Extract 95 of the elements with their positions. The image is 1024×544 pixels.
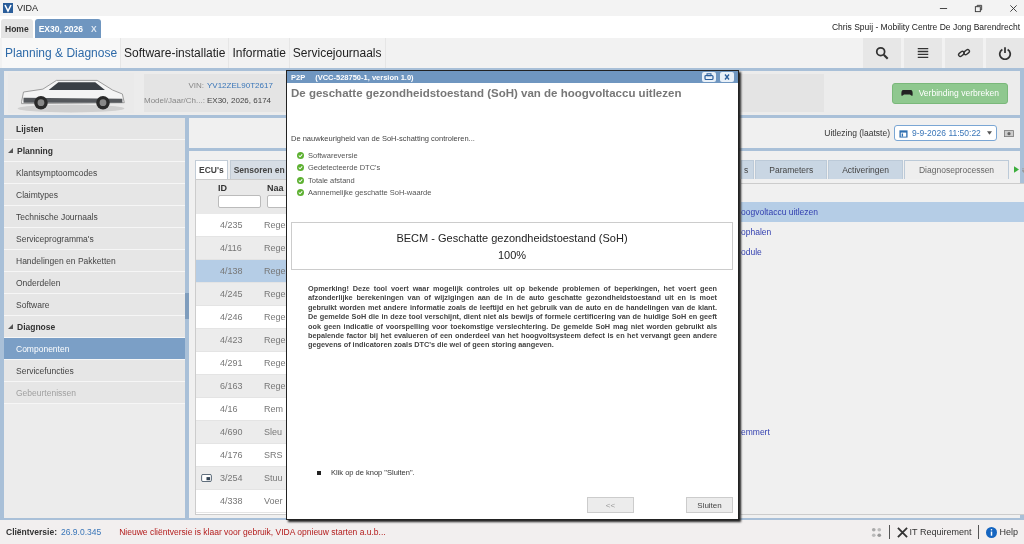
result-value: 100%: [497, 248, 527, 261]
table-cell-text: 4/291: [219, 358, 244, 368]
process-link[interactable]: ophalen: [741, 222, 1024, 242]
expand-icon[interactable]: [8, 324, 13, 329]
restore-icon[interactable]: [974, 3, 983, 13]
expand-icon[interactable]: [8, 148, 13, 153]
status-link[interactable]: IT Requirement: [896, 526, 972, 538]
table-cell: Voer: [264, 496, 283, 506]
table-cell: Rege: [264, 220, 286, 230]
panel-tab[interactable]: Activeringen: [828, 160, 903, 179]
version-label: Cliëntversie:: [6, 527, 58, 537]
process-link[interactable]: emmert: [741, 422, 1024, 442]
status-link[interactable]: Help: [986, 526, 1018, 538]
table-cell-text: 4/246: [219, 312, 244, 322]
table-cell-text: 4/423: [219, 335, 244, 345]
sidebar-item[interactable]: Handelingen en Pakketten: [4, 250, 185, 272]
panel-tab[interactable]: Parameters: [755, 160, 828, 179]
table-cell: Rege: [264, 335, 286, 345]
field-label: VIN:: [187, 81, 204, 90]
power-button[interactable]: [986, 38, 1024, 68]
sidebar-group[interactable]: Planning: [17, 145, 53, 156]
sidebar-item[interactable]: Technische Journaals: [4, 206, 185, 228]
sidebar-item[interactable]: Software: [4, 294, 185, 316]
tools-icon: [896, 526, 908, 538]
vin-value: YV12ZEL90T2617: [207, 81, 273, 90]
update-message: Nieuwe cliëntversie is klaar voor gebruik, VIDA opnieuw starten a.u.b...: [119, 527, 386, 537]
readout-label: Uitlezing (laatste): [824, 128, 890, 138]
bullet-icon: [317, 470, 321, 475]
close-icon[interactable]: [1009, 3, 1018, 13]
table-cell-text: 3/254: [219, 473, 244, 483]
close-dialog-button[interactable]: Sluiten: [686, 497, 733, 513]
sidebar-item[interactable]: Lijsten: [4, 118, 185, 140]
table-cell: SRS: [264, 450, 283, 460]
sidebar-item[interactable]: Servicefuncties: [4, 360, 185, 382]
table-cell-text: 4/690: [219, 427, 244, 437]
date-dropdown[interactable]: 9-9-2026 11:50:22: [894, 125, 997, 141]
user-name: Chris Spuij - Mobility Centre De Jong Barendrecht: [831, 22, 1020, 32]
table-cell: Rege: [264, 312, 286, 322]
menu-icon: [916, 46, 930, 60]
app-title: VIDA: [17, 3, 38, 13]
device-icon: [200, 474, 212, 482]
field-label: Model/Jaar/Ch...:: [144, 96, 204, 105]
table-cell: Sleu: [264, 427, 282, 437]
dialog-heading: De geschatte gezondheidstoestand (SoH) van de hoogvoltaccu uitlezen: [291, 87, 683, 99]
gamepad-icon: [900, 89, 913, 97]
document-tab[interactable]: Home: [1, 19, 33, 38]
table-cell-text: 4/245: [219, 289, 244, 299]
power-icon: [998, 46, 1012, 60]
table-cell: Rege: [264, 381, 286, 391]
table-cell: Rege: [264, 289, 286, 299]
table-cell-text: 4/16: [219, 404, 239, 414]
sidebar-item[interactable]: Klantsymptoomcodes: [4, 162, 185, 184]
panel-tab[interactable]: Diagnoseprocessen: [903, 160, 1010, 179]
table-cell: Rege: [264, 358, 286, 368]
result-title: BECM - Geschatte gezondheidstoestand (SoH): [396, 231, 628, 244]
panel-tab[interactable]: s: [741, 160, 755, 179]
search-icon: [875, 46, 889, 60]
info-icon: [986, 526, 998, 538]
calendar-icon: [899, 128, 908, 138]
table-cell: Rem: [264, 404, 283, 414]
sidebar-item[interactable]: Claimtypes: [4, 184, 185, 206]
panel-tab[interactable]: ECU's: [195, 160, 228, 179]
link-button[interactable]: [945, 38, 983, 68]
close-icon: [722, 73, 732, 81]
table-cell: Rege: [264, 266, 286, 276]
caret-icon: [987, 131, 992, 135]
table-cell: Stuu: [264, 473, 283, 483]
table-cell-text: 4/235: [219, 220, 244, 230]
process-link[interactable]: odule: [741, 242, 1024, 262]
table-cell-text: 4/138: [219, 266, 244, 276]
nav-tab[interactable]: Planning & Diagnose: [2, 38, 122, 68]
print-button[interactable]: [702, 72, 716, 82]
table-cell-text: 4/338: [219, 496, 244, 506]
version-value: 26.9.0.345: [61, 527, 102, 537]
model-value: EX30, 2026, 6174: [207, 96, 272, 105]
app-logo-icon: [3, 3, 13, 13]
panel-tab[interactable]: Sensoren en: [229, 160, 289, 179]
table-cell-text: 6/163: [219, 381, 244, 391]
menu-button[interactable]: [904, 38, 942, 68]
camera-icon[interactable]: [1004, 129, 1014, 137]
column-header: ID: [218, 183, 228, 193]
sidebar-item[interactable]: Serviceprogramma's: [4, 228, 185, 250]
search-button[interactable]: [863, 38, 901, 68]
column-header: Naa: [267, 183, 285, 193]
print-icon: [704, 73, 714, 81]
sidebar-group[interactable]: Diagnose: [17, 321, 56, 332]
close-button[interactable]: [720, 72, 734, 82]
table-cell-text: 4/116: [219, 243, 243, 253]
collapse-handle[interactable]: [185, 293, 189, 319]
process-link[interactable]: oogvoltaccu uitlezen: [741, 202, 1024, 222]
table-cell: Rege: [264, 243, 286, 253]
sidebar-item[interactable]: Onderdelen: [4, 272, 185, 294]
filter-field[interactable]: [218, 195, 261, 208]
table-cell-text: 4/176: [219, 450, 244, 460]
link-icon: [957, 46, 971, 60]
